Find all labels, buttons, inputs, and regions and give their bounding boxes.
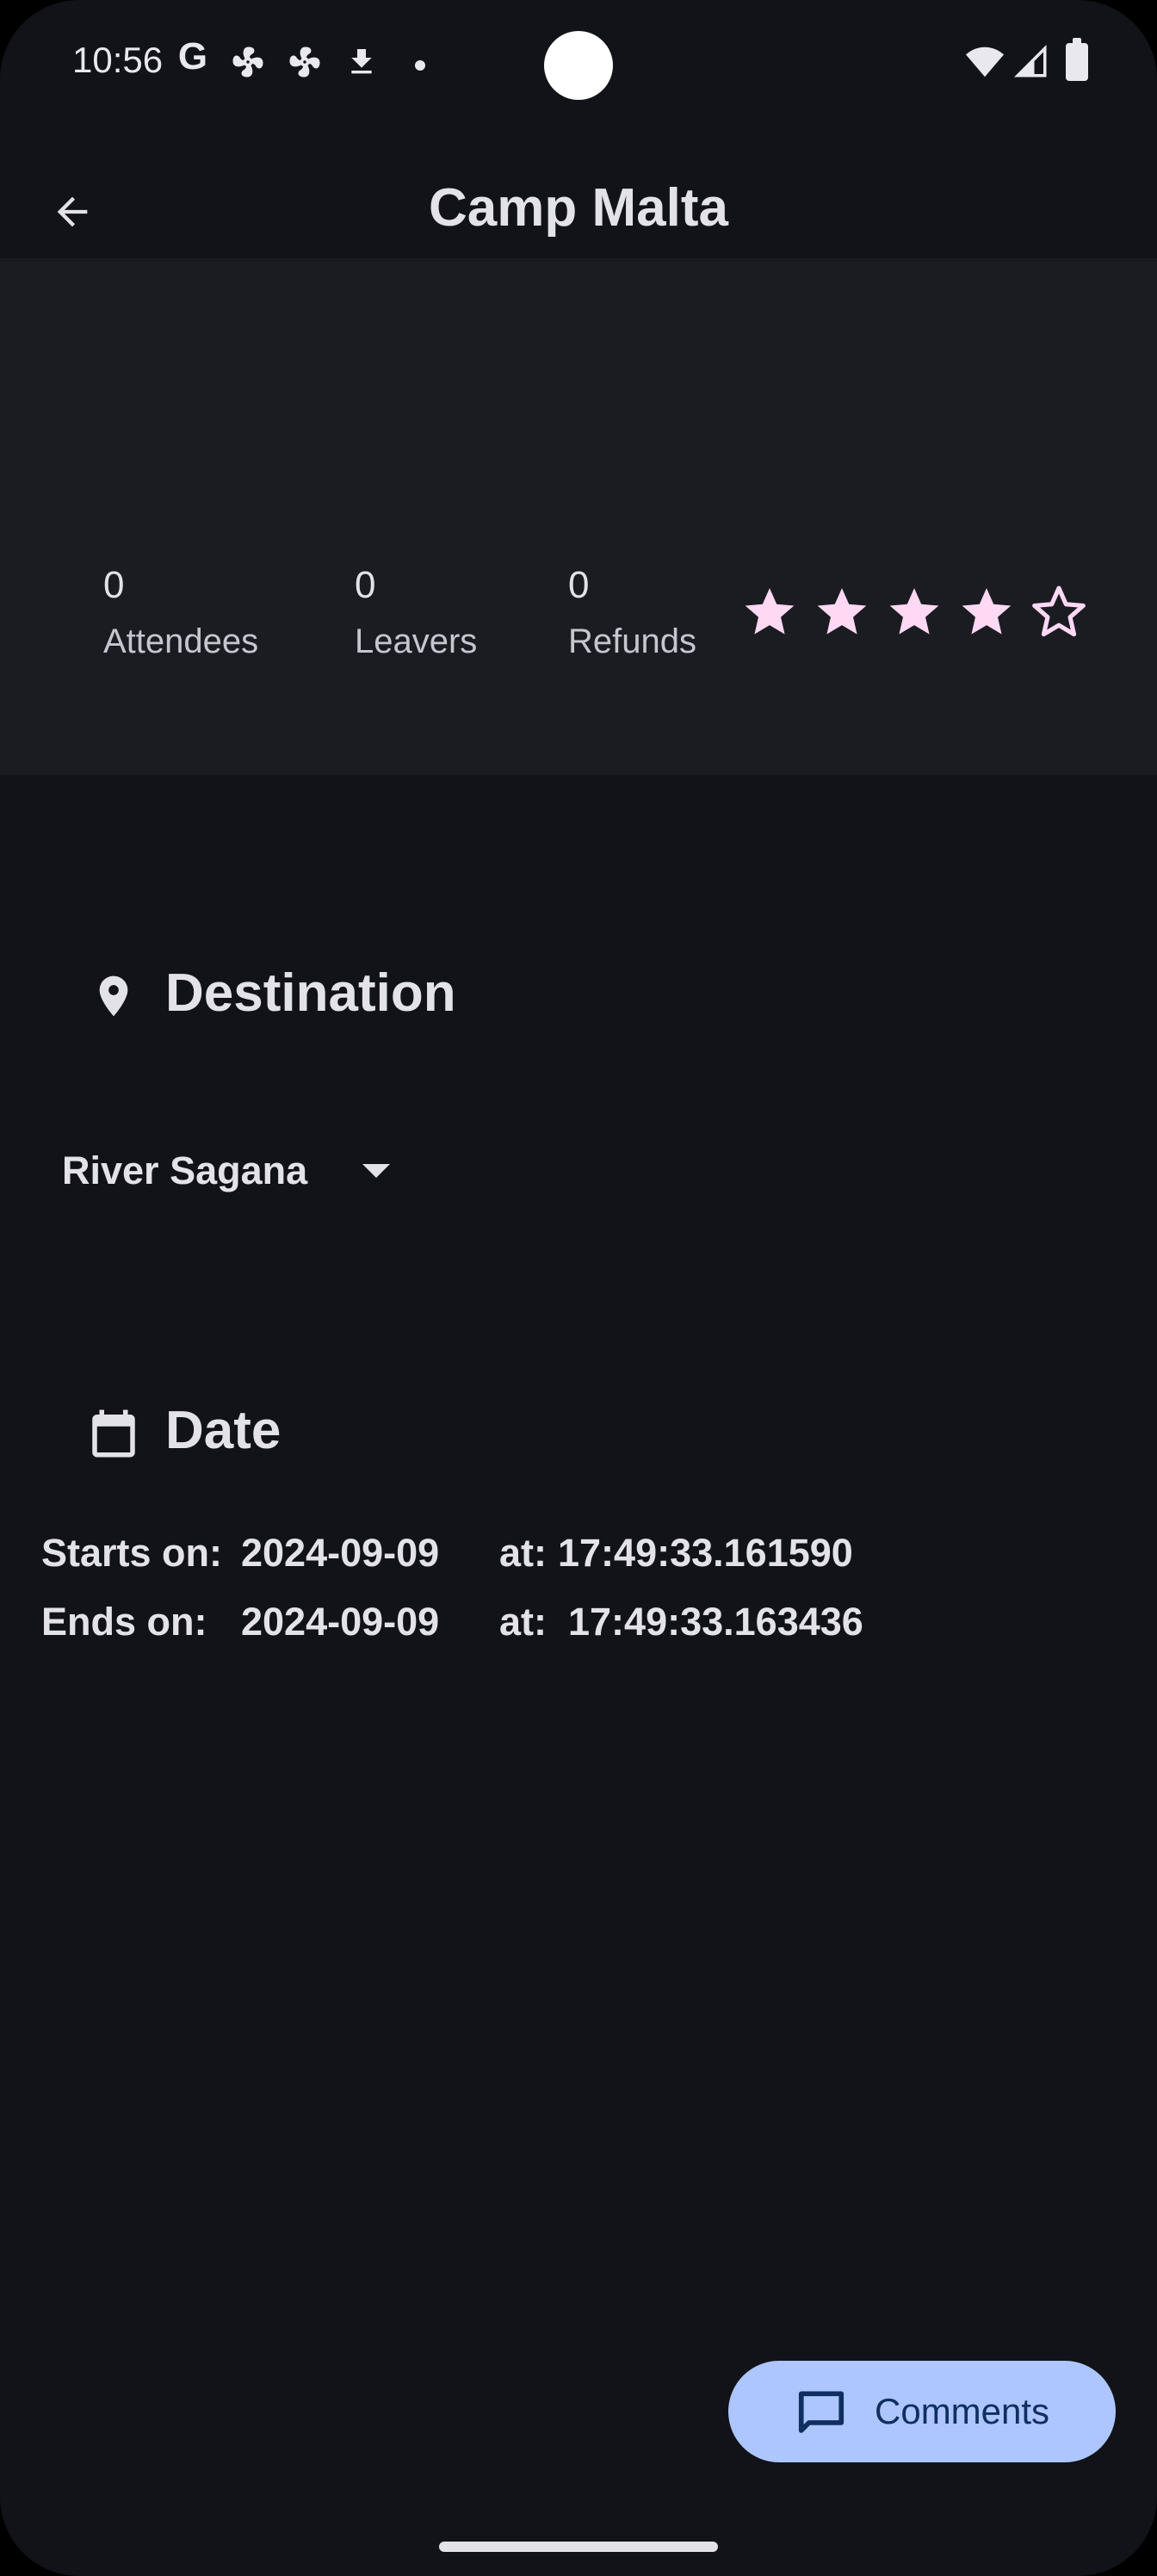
leavers-count: 0	[355, 564, 376, 606]
end-date: 2024-09-09	[241, 1600, 440, 1644]
front-camera	[544, 31, 613, 100]
download-icon	[341, 41, 382, 83]
attendees-stat: 0 Attendees	[103, 564, 258, 661]
dropdown-caret-icon	[362, 1164, 391, 1178]
star-filled-icon[interactable]	[882, 579, 947, 644]
start-date: 2024-09-09	[241, 1531, 440, 1575]
fan-icon	[284, 41, 325, 83]
comments-label: Comments	[875, 2391, 1050, 2431]
star-filled-icon[interactable]	[809, 579, 875, 644]
calendar-icon	[84, 1402, 143, 1465]
stats-panel: 0 Attendees 0 Leavers 0 Refunds	[0, 258, 1157, 775]
page-title: Camp Malta	[429, 178, 728, 238]
end-time: 17:49:33.163436	[568, 1600, 863, 1644]
app-screen: 10:56 G Camp Malta 0 Attendees 0 Leavers…	[0, 0, 1157, 2576]
battery-icon	[1066, 38, 1088, 81]
wifi-icon	[964, 41, 1005, 83]
start-time: 17:49:33.161590	[558, 1531, 853, 1575]
refunds-count: 0	[568, 564, 590, 606]
refunds-stat: 0 Refunds	[568, 564, 696, 661]
start-at-label: at:	[499, 1531, 547, 1575]
destination-dropdown[interactable]: River Sagana	[52, 1136, 391, 1205]
status-bar: 10:56 G	[0, 0, 1157, 129]
rating-stars[interactable]	[737, 579, 1092, 644]
star-filled-icon[interactable]	[954, 579, 1019, 644]
home-gesture-bar[interactable]	[439, 2542, 718, 2552]
refunds-label: Refunds	[568, 622, 696, 660]
notification-dot-icon	[415, 60, 425, 71]
comment-icon	[794, 2384, 849, 2439]
fan-icon	[227, 41, 269, 83]
destination-value: River Sagana	[62, 1149, 308, 1192]
end-at-label: at:	[499, 1600, 547, 1644]
cellular-signal-icon	[1011, 41, 1052, 83]
date-title: Date	[165, 1401, 282, 1460]
location-pin-icon	[86, 966, 141, 1026]
star-outline-icon[interactable]	[1026, 579, 1092, 644]
start-label: Starts on:	[41, 1531, 223, 1575]
attendees-label: Attendees	[103, 622, 259, 660]
leavers-label: Leavers	[355, 622, 478, 660]
end-label: Ends on:	[41, 1600, 207, 1644]
attendees-count: 0	[103, 564, 125, 606]
comments-button[interactable]: Comments	[728, 2361, 1116, 2462]
star-filled-icon[interactable]	[737, 579, 802, 644]
destination-title: Destination	[165, 963, 456, 1023]
leavers-stat: 0 Leavers	[355, 564, 477, 661]
status-time: 10:56	[72, 40, 164, 80]
google-icon: G	[177, 35, 208, 77]
